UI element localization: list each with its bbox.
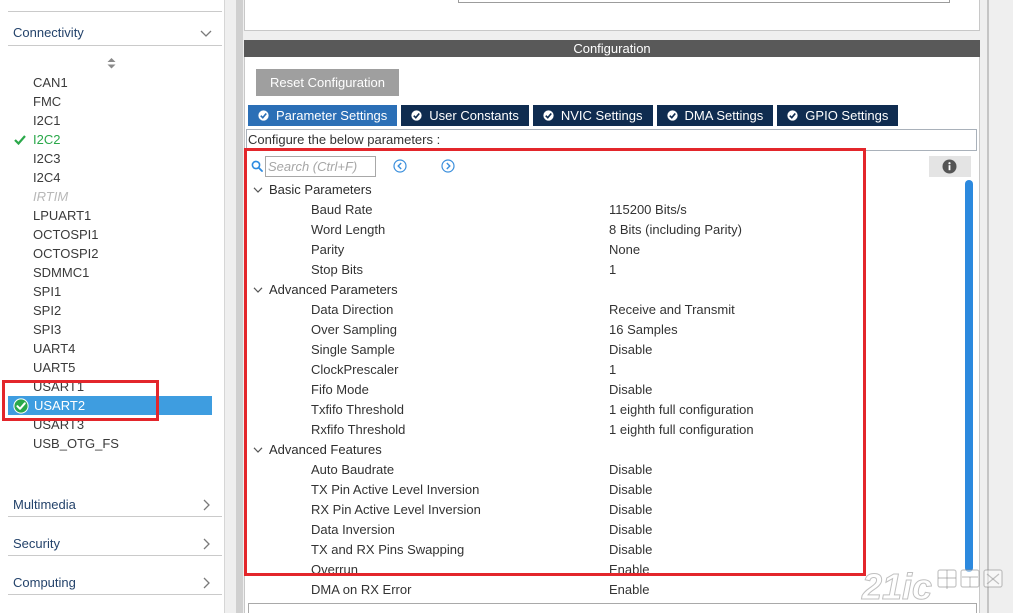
sidebar-item-i2c3[interactable]: I2C3 [8, 149, 212, 168]
tab-gpio-settings[interactable]: GPIO Settings [777, 105, 899, 126]
watermark-logo: 21ic [858, 563, 1008, 611]
tab-label: NVIC Settings [560, 108, 643, 123]
category-divider [8, 11, 222, 12]
category-title: Computing [13, 575, 76, 590]
check-circle-icon [787, 110, 798, 121]
sidebar-item-label: I2C4 [33, 170, 61, 185]
sidebar-item-uart5[interactable]: UART5 [8, 358, 212, 377]
component-sidebar: Connectivity CAN1 FMC I2C1 I2C2 I2C3 I2C4 IRTI… [0, 0, 225, 613]
category-title: Security [13, 536, 60, 551]
configuration-tabs: Parameter Settings User Constants NVIC Set… [248, 105, 899, 126]
sidebar-item-usb-otg-fs[interactable]: USB_OTG_FS [8, 434, 212, 453]
category-title: Multimedia [13, 497, 76, 512]
mode-panel [244, 0, 980, 31]
annotation-box-parameters [244, 148, 866, 576]
sidebar-item-uart4[interactable]: UART4 [8, 339, 212, 358]
sidebar-item-label: OCTOSPI1 [33, 227, 99, 242]
tab-label: DMA Settings [684, 108, 764, 123]
sidebar-item-label: UART5 [33, 360, 76, 375]
sidebar-item-label: USB_OTG_FS [33, 436, 119, 451]
tab-user-constants[interactable]: User Constants [401, 105, 529, 126]
category-divider [8, 516, 222, 517]
category-computing[interactable]: Computing [8, 574, 222, 592]
category-title: Connectivity [13, 25, 84, 40]
annotation-box-usart2 [2, 380, 159, 421]
sidebar-item-octospi2[interactable]: OCTOSPI2 [8, 244, 212, 263]
sidebar-item-label: UART4 [33, 341, 76, 356]
sort-icon[interactable] [107, 58, 116, 69]
category-connectivity[interactable]: Connectivity [8, 24, 222, 42]
category-divider [8, 555, 222, 556]
check-circle-icon [411, 110, 422, 121]
sidebar-item-label: IRTIM [33, 189, 69, 204]
tab-label: GPIO Settings [805, 108, 889, 123]
sidebar-item-label: I2C2 [33, 132, 61, 147]
info-button[interactable] [929, 156, 971, 177]
sidebar-item-i2c4[interactable]: I2C4 [8, 168, 212, 187]
chevron-right-icon [203, 538, 211, 550]
sidebar-item-irtim[interactable]: IRTIM [8, 187, 212, 206]
sidebar-item-spi3[interactable]: SPI3 [8, 320, 212, 339]
window-edge [980, 0, 1013, 613]
watermark-brand: 21ic [861, 566, 933, 607]
category-security[interactable]: Security [8, 535, 222, 553]
tab-nvic-settings[interactable]: NVIC Settings [532, 105, 653, 126]
param-name: DMA on RX Error [311, 582, 412, 597]
sidebar-item-label: CAN1 [33, 75, 68, 90]
check-circle-icon [258, 110, 269, 121]
sidebar-item-label: I2C1 [33, 113, 61, 128]
parameters-hint-text: Configure the below parameters : [248, 132, 441, 147]
tab-label: User Constants [429, 108, 519, 123]
chevron-down-icon [200, 30, 212, 38]
window-divider [987, 0, 989, 613]
sidebar-item-lpuart1[interactable]: LPUART1 [8, 206, 212, 225]
sidebar-item-label: SPI1 [33, 284, 62, 299]
mode-field[interactable] [458, 0, 950, 3]
watermark-glyphs [936, 567, 1004, 591]
sidebar-item-octospi1[interactable]: OCTOSPI1 [8, 225, 212, 244]
sidebar-item-can1[interactable]: CAN1 [8, 73, 212, 92]
scrollbar[interactable] [965, 180, 973, 572]
tab-parameter-settings[interactable]: Parameter Settings [248, 105, 398, 126]
sidebar-item-label: SDMMC1 [33, 265, 90, 280]
sidebar-item-label: OCTOSPI2 [33, 246, 99, 261]
category-multimedia[interactable]: Multimedia [8, 496, 222, 514]
category-divider [8, 594, 222, 595]
chevron-right-icon [203, 577, 211, 589]
sidebar-item-label: I2C3 [33, 151, 61, 166]
chevron-right-icon [203, 499, 211, 511]
sidebar-item-label: FMC [33, 94, 62, 109]
category-divider [8, 45, 222, 46]
sidebar-item-fmc[interactable]: FMC [8, 92, 212, 111]
panel-splitter[interactable] [236, 0, 243, 613]
param-row-dma-on-rx-error[interactable]: DMA on RX Error Enable [248, 580, 958, 600]
param-value[interactable]: Enable [609, 580, 649, 600]
reset-configuration-button[interactable]: Reset Configuration [256, 69, 399, 96]
configuration-header: Configuration [244, 40, 980, 57]
sidebar-item-i2c1[interactable]: I2C1 [8, 111, 212, 130]
info-icon [942, 159, 957, 174]
sidebar-item-label: LPUART1 [33, 208, 92, 223]
tab-label: Parameter Settings [276, 108, 388, 123]
sidebar-item-spi1[interactable]: SPI1 [8, 282, 212, 301]
sidebar-item-label: SPI3 [33, 322, 62, 337]
check-circle-icon [666, 110, 678, 121]
sidebar-item-spi2[interactable]: SPI2 [8, 301, 212, 320]
sidebar-item-sdmmc1[interactable]: SDMMC1 [8, 263, 212, 282]
sidebar-item-label: SPI2 [33, 303, 62, 318]
check-circle-icon [543, 110, 554, 121]
sidebar-item-i2c2[interactable]: I2C2 [8, 130, 212, 149]
tab-dma-settings[interactable]: DMA Settings [656, 105, 774, 126]
check-icon [14, 130, 26, 149]
